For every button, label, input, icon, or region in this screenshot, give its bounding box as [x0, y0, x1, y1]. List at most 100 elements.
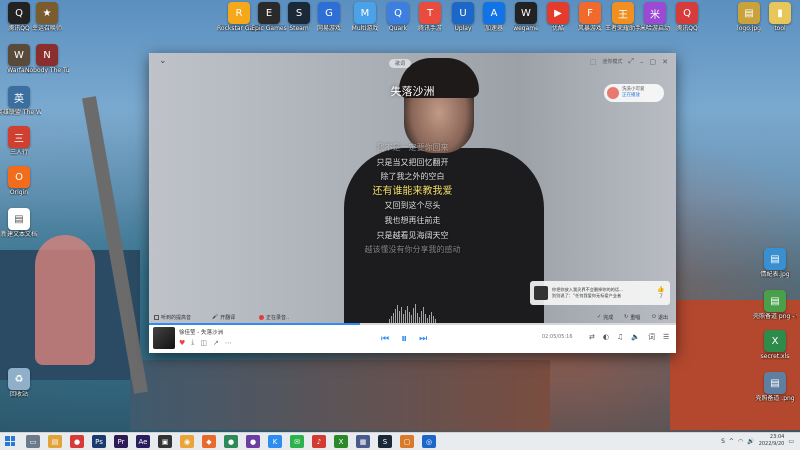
- desktop-icon[interactable]: ▤ 情配表.jpg: [757, 248, 793, 278]
- chevron-up-icon[interactable]: ^: [729, 438, 734, 445]
- sound-effect-icon[interactable]: ◐: [603, 333, 609, 341]
- user-badge[interactable]: 洗洗小可爱 正在播放: [604, 84, 664, 102]
- desktop-icon[interactable]: G 网易游戏: [311, 2, 347, 32]
- progress-bar[interactable]: [149, 323, 676, 325]
- loop-icon[interactable]: ⇄: [589, 333, 595, 341]
- taskbar-premiere[interactable]: Pr: [114, 435, 128, 448]
- taskbar-chrome[interactable]: ◉: [180, 435, 194, 448]
- taskbar-xbox[interactable]: X: [334, 435, 348, 448]
- taskbar-task-view[interactable]: ▭: [26, 435, 40, 448]
- desktop-icon[interactable]: M Multi游戏: [347, 2, 383, 32]
- taskbar-app-box[interactable]: ▢: [400, 435, 414, 448]
- file-icon: X: [764, 330, 786, 352]
- desktop-icon[interactable]: ▤ 新建文本文档: [1, 208, 37, 238]
- lyric-line[interactable]: 我不是一定要你回来: [149, 141, 676, 156]
- desktop-icon-label: Quark: [388, 25, 408, 32]
- lyrics-toggle-icon[interactable]: 词: [648, 332, 655, 342]
- taskbar-app-orange[interactable]: ◆: [202, 435, 216, 448]
- desktop-icon[interactable]: ▶ 优酷: [540, 2, 576, 32]
- desktop-icon[interactable]: Q 腾讯QQ: [669, 2, 705, 32]
- tab-lyrics[interactable]: 歌词: [389, 59, 411, 68]
- taskbar-kugou[interactable]: K: [268, 435, 282, 448]
- lyric-line[interactable]: 只是当又把回忆翻开: [149, 156, 676, 171]
- comment-card[interactable]: 你把你放入我灵界不会删掉你的的话... 别别说了：“任何我爱你无标爱产业者 👍 …: [530, 281, 670, 305]
- volume-tray-icon[interactable]: 🔊: [747, 438, 754, 445]
- taskbar-after-effects[interactable]: Ae: [136, 435, 150, 448]
- desktop-icon[interactable]: 米米哈游启动: [637, 2, 673, 32]
- clock[interactable]: 23:04 2022/9/20: [759, 434, 785, 448]
- desktop-icon[interactable]: NNobody The Turn: [25, 44, 69, 74]
- previous-icon[interactable]: ⏮: [381, 334, 389, 344]
- desktop-icon[interactable]: Q Quark: [380, 2, 416, 32]
- desktop-icon[interactable]: Wwegame: [508, 2, 544, 32]
- download-icon[interactable]: ⤓: [191, 338, 194, 347]
- desktop-icon[interactable]: 王王者荣耀助手: [605, 2, 641, 32]
- recording-status[interactable]: 正在录音..: [259, 314, 289, 321]
- desktop-icon[interactable]: ▤ 壳照备道 .png: [755, 372, 795, 402]
- taskbar-app-purple[interactable]: ●: [246, 435, 260, 448]
- lyric-line[interactable]: 我也想再往前走: [149, 214, 676, 229]
- notification-icon[interactable]: ▭: [788, 438, 794, 445]
- share-icon[interactable]: ↗: [213, 339, 219, 347]
- network-icon[interactable]: ◠: [738, 438, 743, 445]
- taskbar-netease[interactable]: ♪: [312, 435, 326, 448]
- heart-icon[interactable]: ♥: [179, 339, 185, 347]
- ime-icon[interactable]: S: [721, 438, 725, 445]
- lyric-line-current[interactable]: 还有谁能来教我爱: [149, 185, 676, 200]
- comment-like[interactable]: 👍 7: [656, 286, 666, 300]
- start-button[interactable]: [5, 436, 15, 446]
- desktop-icon[interactable]: O Origin: [1, 166, 37, 196]
- headphones-icon[interactable]: ♫: [617, 333, 623, 341]
- maximize-icon[interactable]: ▢: [650, 58, 657, 66]
- desktop-icon[interactable]: Xsecret.xls: [757, 330, 793, 360]
- volume-icon[interactable]: 🔈: [631, 333, 640, 341]
- taskbar-app-grid[interactable]: ▦: [356, 435, 370, 448]
- taskbar-app-dark[interactable]: ▣: [158, 435, 172, 448]
- desktop-icon-label: 王者荣耀助手: [605, 25, 642, 32]
- next-icon[interactable]: ⏭: [419, 334, 427, 344]
- taskbar-app-blue[interactable]: ◎: [422, 435, 436, 448]
- lyric-line[interactable]: 只是越看见海阔天空: [149, 229, 676, 244]
- lyric-line[interactable]: 除了我之外的空白: [149, 170, 676, 185]
- mv-icon[interactable]: ◫: [200, 339, 207, 347]
- taskbar-photoshop[interactable]: Ps: [92, 435, 106, 448]
- desktop-icon-label: Nobody The Turn: [25, 67, 69, 74]
- translate-toggle[interactable]: 🎤 开翻译: [212, 314, 235, 321]
- taskbar-explorer[interactable]: ▤: [48, 435, 62, 448]
- desktop-icon[interactable]: ▤壳照备道 png - 快: [753, 290, 797, 320]
- collapse-chevron-icon[interactable]: ⌄: [159, 56, 167, 66]
- lyric-line[interactable]: 又回到这个尽头: [149, 199, 676, 214]
- taskbar-app-green[interactable]: ●: [224, 435, 238, 448]
- song-title: 失落沙洲: [390, 85, 435, 98]
- taskbar-app-red[interactable]: ●: [70, 435, 84, 448]
- desktop-icon[interactable]: 三三人行: [1, 126, 37, 156]
- app-icon: Q: [8, 2, 30, 24]
- exit-button[interactable]: ⏻ 退出: [652, 314, 668, 321]
- pause-icon[interactable]: ⏸: [401, 331, 407, 346]
- taskbar-wechat[interactable]: ✉: [290, 435, 304, 448]
- repeat-button[interactable]: ↻ 重唱: [624, 314, 640, 321]
- fullscreen-icon[interactable]: ⤢: [628, 57, 634, 66]
- now-playing-title[interactable]: 徐佳莹 - 失落沙洲: [179, 328, 223, 336]
- close-icon[interactable]: ✕: [662, 58, 668, 66]
- desktop-icon[interactable]: ▮ tool: [762, 2, 798, 32]
- lyric-line[interactable]: 越该懂没有你分享我的感动: [149, 243, 676, 258]
- desktop-lyric-toggle[interactable]: 听到的提高音: [154, 314, 191, 321]
- desktop-icon[interactable]: ♻ 回收站: [1, 368, 37, 398]
- avatar: [607, 87, 619, 99]
- desktop-icon-label: 风暴游戏: [577, 25, 602, 32]
- desktop-icon[interactable]: A 加速器: [476, 2, 512, 32]
- desktop-icon[interactable]: F 风暴游戏: [572, 2, 608, 32]
- desktop-icon[interactable]: 英英雄联盟 The Wa: [0, 86, 41, 116]
- mini-mode-label[interactable]: 迷你模式: [602, 58, 622, 65]
- minimize-icon[interactable]: –: [640, 58, 644, 66]
- done-button[interactable]: ✓ 完成: [597, 314, 613, 321]
- album-cover[interactable]: [153, 327, 175, 349]
- more-icon[interactable]: ⋯: [225, 339, 232, 347]
- playlist-icon[interactable]: ☰: [663, 333, 669, 341]
- desktop-icon-label: 腾讯QQ: [676, 25, 698, 32]
- desktop-icon[interactable]: T 腾讯手游: [412, 2, 448, 32]
- taskbar-app-steam[interactable]: S: [378, 435, 392, 448]
- skin-icon[interactable]: ⬚: [590, 58, 597, 66]
- desktop-icon[interactable]: ★ 幸运召唤师: [29, 2, 65, 32]
